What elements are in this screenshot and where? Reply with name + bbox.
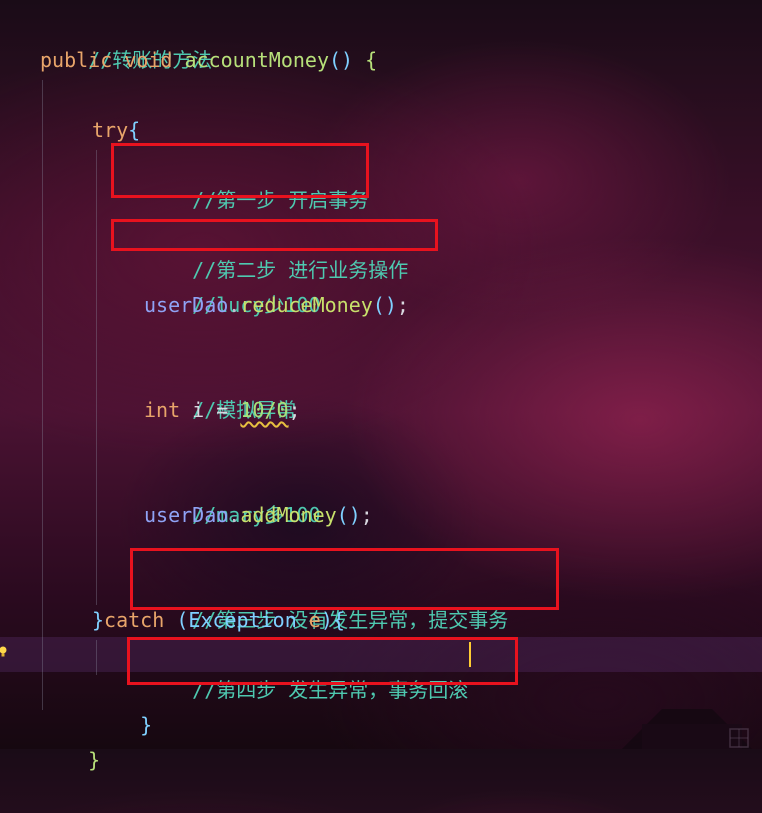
close-brace: } (92, 608, 105, 632)
parens: () (329, 48, 354, 72)
dot: . (228, 293, 241, 317)
close-brace: } (88, 748, 101, 772)
parens: () (372, 293, 397, 317)
semicolon: ; (360, 503, 373, 527)
open-brace: { (128, 118, 141, 142)
indent-guide (96, 640, 97, 675)
code-line-11[interactable]: //模拟异常 (144, 358, 296, 422)
operator: = (216, 398, 229, 422)
close-paren-brace: ){ (320, 608, 345, 632)
code-line-15[interactable]: userDao.addMoney(); (144, 498, 373, 533)
method-call: reduceMoney (240, 293, 373, 317)
keyword-catch: catch (104, 608, 165, 632)
close-brace: } (140, 713, 153, 737)
indent-guide (96, 150, 97, 605)
identifier: userDao (144, 503, 229, 527)
code-line-21[interactable]: } (40, 708, 100, 772)
parens: () (336, 503, 361, 527)
code-line-14[interactable]: //mary多100 (144, 463, 320, 527)
code-line-12[interactable]: int i = 10/0; (144, 393, 301, 428)
method-call: addMoney (240, 503, 337, 527)
keyword-int: int (144, 398, 181, 422)
method-name: accountMoney (184, 48, 330, 72)
background-silhouette (622, 709, 752, 749)
code-line-2[interactable]: public void accountMoney() { (40, 43, 377, 78)
code-line-1[interactable]: //转账的方法 (40, 8, 212, 72)
keyword-void: void (124, 48, 173, 72)
open-brace: { (365, 48, 378, 72)
identifier: userDao (144, 293, 229, 317)
highlight-box-step1 (111, 143, 369, 198)
highlight-box-step3 (130, 548, 559, 610)
keyword-try: try (92, 118, 129, 142)
highlight-box-step4 (127, 637, 518, 685)
variable: i (192, 398, 205, 422)
exception-type: Exception (188, 608, 297, 632)
warning-expression[interactable]: 10/0 (240, 398, 288, 422)
open-paren: ( (176, 608, 189, 632)
lightbulb-icon[interactable] (0, 645, 8, 658)
highlight-box-step2 (111, 219, 438, 251)
code-line-9[interactable]: userDao.reduceMoney(); (144, 288, 409, 323)
semicolon: ; (396, 293, 409, 317)
dot: . (228, 503, 241, 527)
keyword-public: public (40, 48, 113, 72)
code-line-8[interactable]: //lucy少100 (144, 253, 320, 317)
variable: e (308, 608, 321, 632)
indent-guide (42, 80, 43, 710)
code-editor[interactable]: //转账的方法 public void accountMoney() { try… (0, 0, 762, 772)
semicolon: ; (288, 398, 301, 422)
